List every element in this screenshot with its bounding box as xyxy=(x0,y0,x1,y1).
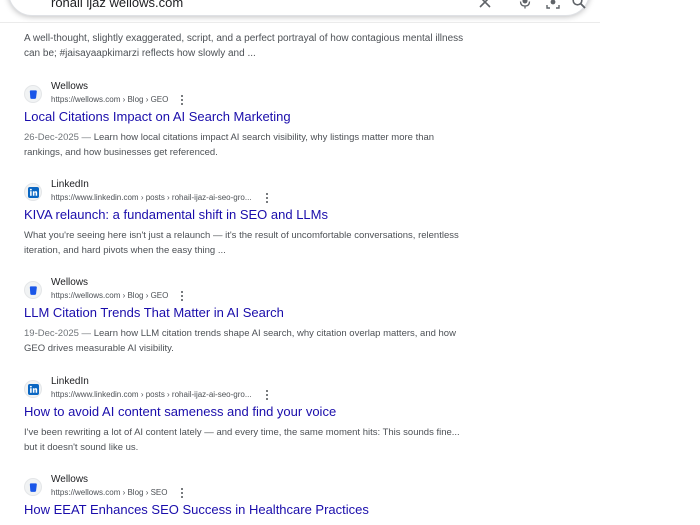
result-snippet: I've been rewriting a lot of AI content … xyxy=(24,427,460,453)
result-title-link[interactable]: Local Citations Impact on AI Search Mark… xyxy=(24,108,469,126)
search-result: Wellows https://wellows.com › Blog › GEO… xyxy=(24,80,469,160)
result-title-link[interactable]: How EEAT Enhances SEO Success in Healthc… xyxy=(24,501,469,519)
result-title-link[interactable]: KIVA relaunch: a fundamental shift in SE… xyxy=(24,206,469,224)
result-source[interactable]: Wellows https://wellows.com › Blog › GEO xyxy=(24,80,469,106)
site-name: LinkedIn xyxy=(51,376,89,387)
more-options-icon[interactable] xyxy=(178,94,186,106)
site-url: https://www.linkedin.com › posts › rohai… xyxy=(51,193,252,202)
header-divider xyxy=(0,22,600,23)
wellows-icon xyxy=(24,85,42,103)
more-options-icon[interactable] xyxy=(263,389,271,401)
site-url: https://wellows.com › Blog › GEO xyxy=(51,95,169,104)
search-input[interactable]: rohail ijaz wellows.com xyxy=(51,0,183,10)
search-result: LinkedIn https://www.linkedin.com › post… xyxy=(24,375,469,455)
search-icon[interactable] xyxy=(571,0,587,10)
result-snippet: 19-Dec-2025 — Learn how LLM citation tre… xyxy=(24,326,469,356)
linkedin-icon xyxy=(24,380,42,398)
result-source[interactable]: LinkedIn https://www.linkedin.com › post… xyxy=(24,375,469,401)
result-source[interactable]: Wellows https://wellows.com › Blog › GEO xyxy=(24,276,469,302)
result-date: 19-Dec-2025 — xyxy=(24,328,92,339)
search-result: LinkedIn https://www.linkedin.com › post… xyxy=(24,178,469,258)
wellows-icon xyxy=(24,478,42,496)
more-options-icon[interactable] xyxy=(263,192,271,204)
lens-icon[interactable] xyxy=(545,0,561,10)
result-snippet: What you're seeing here isn't just a rel… xyxy=(24,230,459,256)
result-snippet: 26-Dec-2025 — Learn how local citations … xyxy=(24,130,469,160)
site-name: LinkedIn xyxy=(51,179,89,190)
site-url: https://www.linkedin.com › posts › rohai… xyxy=(51,390,252,399)
search-result: Wellows https://wellows.com › Blog › GEO… xyxy=(24,276,469,356)
site-url: https://wellows.com › Blog › SEO xyxy=(51,488,168,497)
site-name: Wellows xyxy=(51,277,89,288)
result-title-link[interactable]: How to avoid AI content sameness and fin… xyxy=(24,403,469,421)
site-name: Wellows xyxy=(51,81,89,92)
result-source[interactable]: LinkedIn https://www.linkedin.com › post… xyxy=(24,178,469,204)
result-snippet: A well-thought, slightly exaggerated, sc… xyxy=(24,33,464,59)
result-source[interactable]: Wellows https://wellows.com › Blog › SEO xyxy=(24,473,469,499)
result-title-link[interactable]: LLM Citation Trends That Matter in AI Se… xyxy=(24,304,469,322)
close-icon[interactable] xyxy=(477,0,493,10)
more-options-icon[interactable] xyxy=(178,290,186,302)
linkedin-icon xyxy=(24,183,42,201)
result-date: 26-Dec-2025 — xyxy=(24,132,92,143)
mic-icon[interactable] xyxy=(517,0,533,10)
search-bar[interactable]: rohail ijaz wellows.com xyxy=(8,0,590,16)
search-result: Wellows https://wellows.com › Blog › SEO… xyxy=(24,473,469,519)
site-url: https://wellows.com › Blog › GEO xyxy=(51,291,169,300)
wellows-icon xyxy=(24,281,42,299)
more-options-icon[interactable] xyxy=(178,487,186,499)
site-name: Wellows xyxy=(51,474,89,485)
